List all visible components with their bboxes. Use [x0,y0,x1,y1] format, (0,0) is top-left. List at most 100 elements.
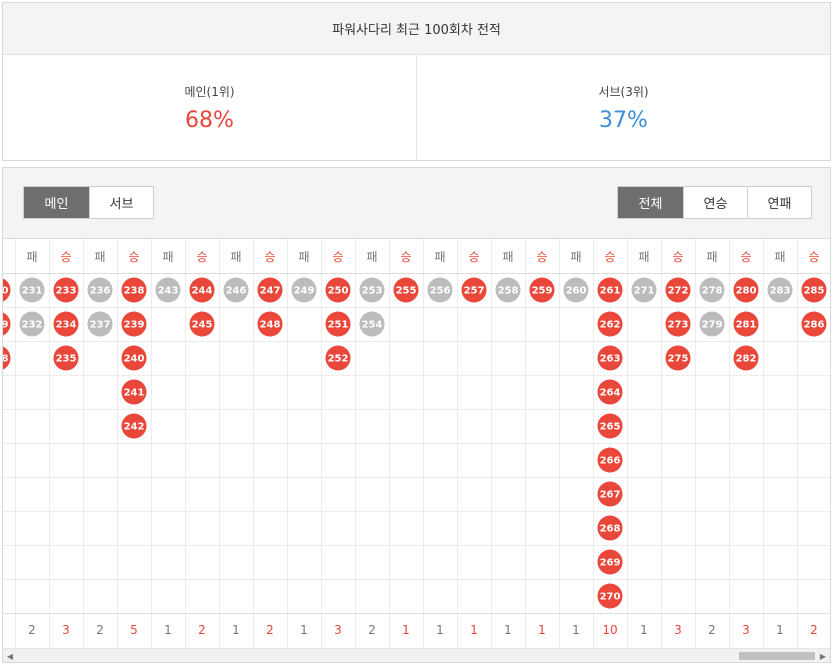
round-number: 267 [600,490,621,501]
scroll-right-icon[interactable]: ▶ [816,649,830,662]
round-number: 230 [3,286,8,297]
round-number: 237 [90,320,111,331]
round-number: 235 [56,354,77,365]
column-result-label: 승 [536,250,547,264]
round-number: 265 [600,422,621,433]
tab-sub[interactable]: 서브 [89,187,153,218]
round-number: 257 [464,286,485,297]
tab-all[interactable]: 전체 [618,187,683,218]
round-number: 286 [804,320,825,331]
round-number: 250 [328,286,349,297]
streak-filter-tabs: 전체 연승 연패 [617,186,812,219]
stats-panel: 파워사다리 최근 100회차 전적 메인(1위) 68% 서브(3위) 37% [2,2,831,161]
round-number: 282 [736,354,757,365]
streak-count: 2 [28,623,36,637]
column-result-label: 승 [128,250,139,264]
column-result-label: 패 [298,250,309,264]
streak-count: 2 [266,623,274,637]
round-number: 271 [634,286,655,297]
streak-count: 1 [402,623,410,637]
round-number: 251 [328,320,349,331]
round-number: 263 [600,354,621,365]
streak-count: 2 [96,623,104,637]
scroll-thumb[interactable] [739,652,815,660]
round-number: 240 [124,354,145,365]
streak-count: 1 [300,623,308,637]
streak-count: 2 [810,623,818,637]
horizontal-scrollbar[interactable]: ◀ ▶ [3,648,830,662]
round-number: 264 [600,388,621,399]
streak-count: 1 [504,623,512,637]
streak-count: 2 [708,623,716,637]
streak-count: 1 [470,623,478,637]
column-result-label: 패 [162,250,173,264]
column-result-label: 패 [26,250,37,264]
round-number: 283 [770,286,791,297]
round-number: 280 [736,286,757,297]
streak-count: 2 [368,623,376,637]
column-result-label: 패 [638,250,649,264]
round-number: 244 [192,286,213,297]
column-result-label: 승 [400,250,411,264]
round-number: 268 [600,524,621,535]
round-number: 259 [532,286,553,297]
round-number: 236 [90,286,111,297]
streak-count: 3 [674,623,682,637]
round-number: 252 [328,354,349,365]
streak-count: 1 [436,623,444,637]
column-result-label: 승 [332,250,343,264]
round-number: 275 [668,354,689,365]
scroll-left-icon[interactable]: ◀ [3,649,17,662]
round-number: 281 [736,320,757,331]
streak-count: 10 [602,623,617,637]
tab-loss-streak[interactable]: 연패 [747,187,811,218]
column-result-label: 패 [502,250,513,264]
column-result-label: 승 [672,250,683,264]
round-number: 256 [430,286,451,297]
streak-count: 3 [62,623,70,637]
round-number: 272 [668,286,689,297]
column-result-label: 승 [808,250,819,264]
history-grid[interactable]: 230229228패2312322승2332342353패2362372승238… [3,238,830,648]
column-result-label: 패 [774,250,785,264]
column-result-label: 패 [230,250,241,264]
round-number: 241 [124,388,145,399]
main-stat-value: 68% [185,107,234,133]
stats-row: 메인(1위) 68% 서브(3위) 37% [3,55,830,160]
column-result-label: 승 [740,250,751,264]
main-stat-label: 메인(1위) [184,84,235,99]
column-result-label: 패 [434,250,445,264]
type-tabs: 메인 서브 [23,186,154,219]
streak-count: 1 [572,623,580,637]
streak-count: 1 [164,623,172,637]
round-number: 238 [124,286,145,297]
round-number: 270 [600,592,621,603]
sub-stat-label: 서브(3위) [598,84,649,99]
column-result-label: 패 [94,250,105,264]
round-number: 279 [702,320,723,331]
streak-count: 5 [130,623,138,637]
column-result-label: 패 [570,250,581,264]
streak-count: 1 [776,623,784,637]
round-number: 266 [600,456,621,467]
column-result-label: 승 [196,250,207,264]
column-result-label: 승 [468,250,479,264]
filter-controls: 메인 서브 전체 연승 연패 [3,168,830,238]
streak-count: 1 [640,623,648,637]
round-number: 246 [226,286,247,297]
column-result-label: 승 [60,250,71,264]
history-panel: 메인 서브 전체 연승 연패 230229228패2312322승2332342… [2,167,831,663]
round-number: 243 [158,286,179,297]
tab-main[interactable]: 메인 [24,187,89,218]
round-number: 248 [260,320,281,331]
page-title: 파워사다리 최근 100회차 전적 [3,3,830,55]
round-number: 239 [124,320,145,331]
round-number: 262 [600,320,621,331]
sub-stat: 서브(3위) 37% [416,55,830,160]
round-number: 234 [56,320,77,331]
round-number: 242 [124,422,145,433]
tab-win-streak[interactable]: 연승 [683,187,747,218]
streak-count: 1 [538,623,546,637]
column-result-label: 패 [366,250,377,264]
column-result-label: 패 [706,250,717,264]
